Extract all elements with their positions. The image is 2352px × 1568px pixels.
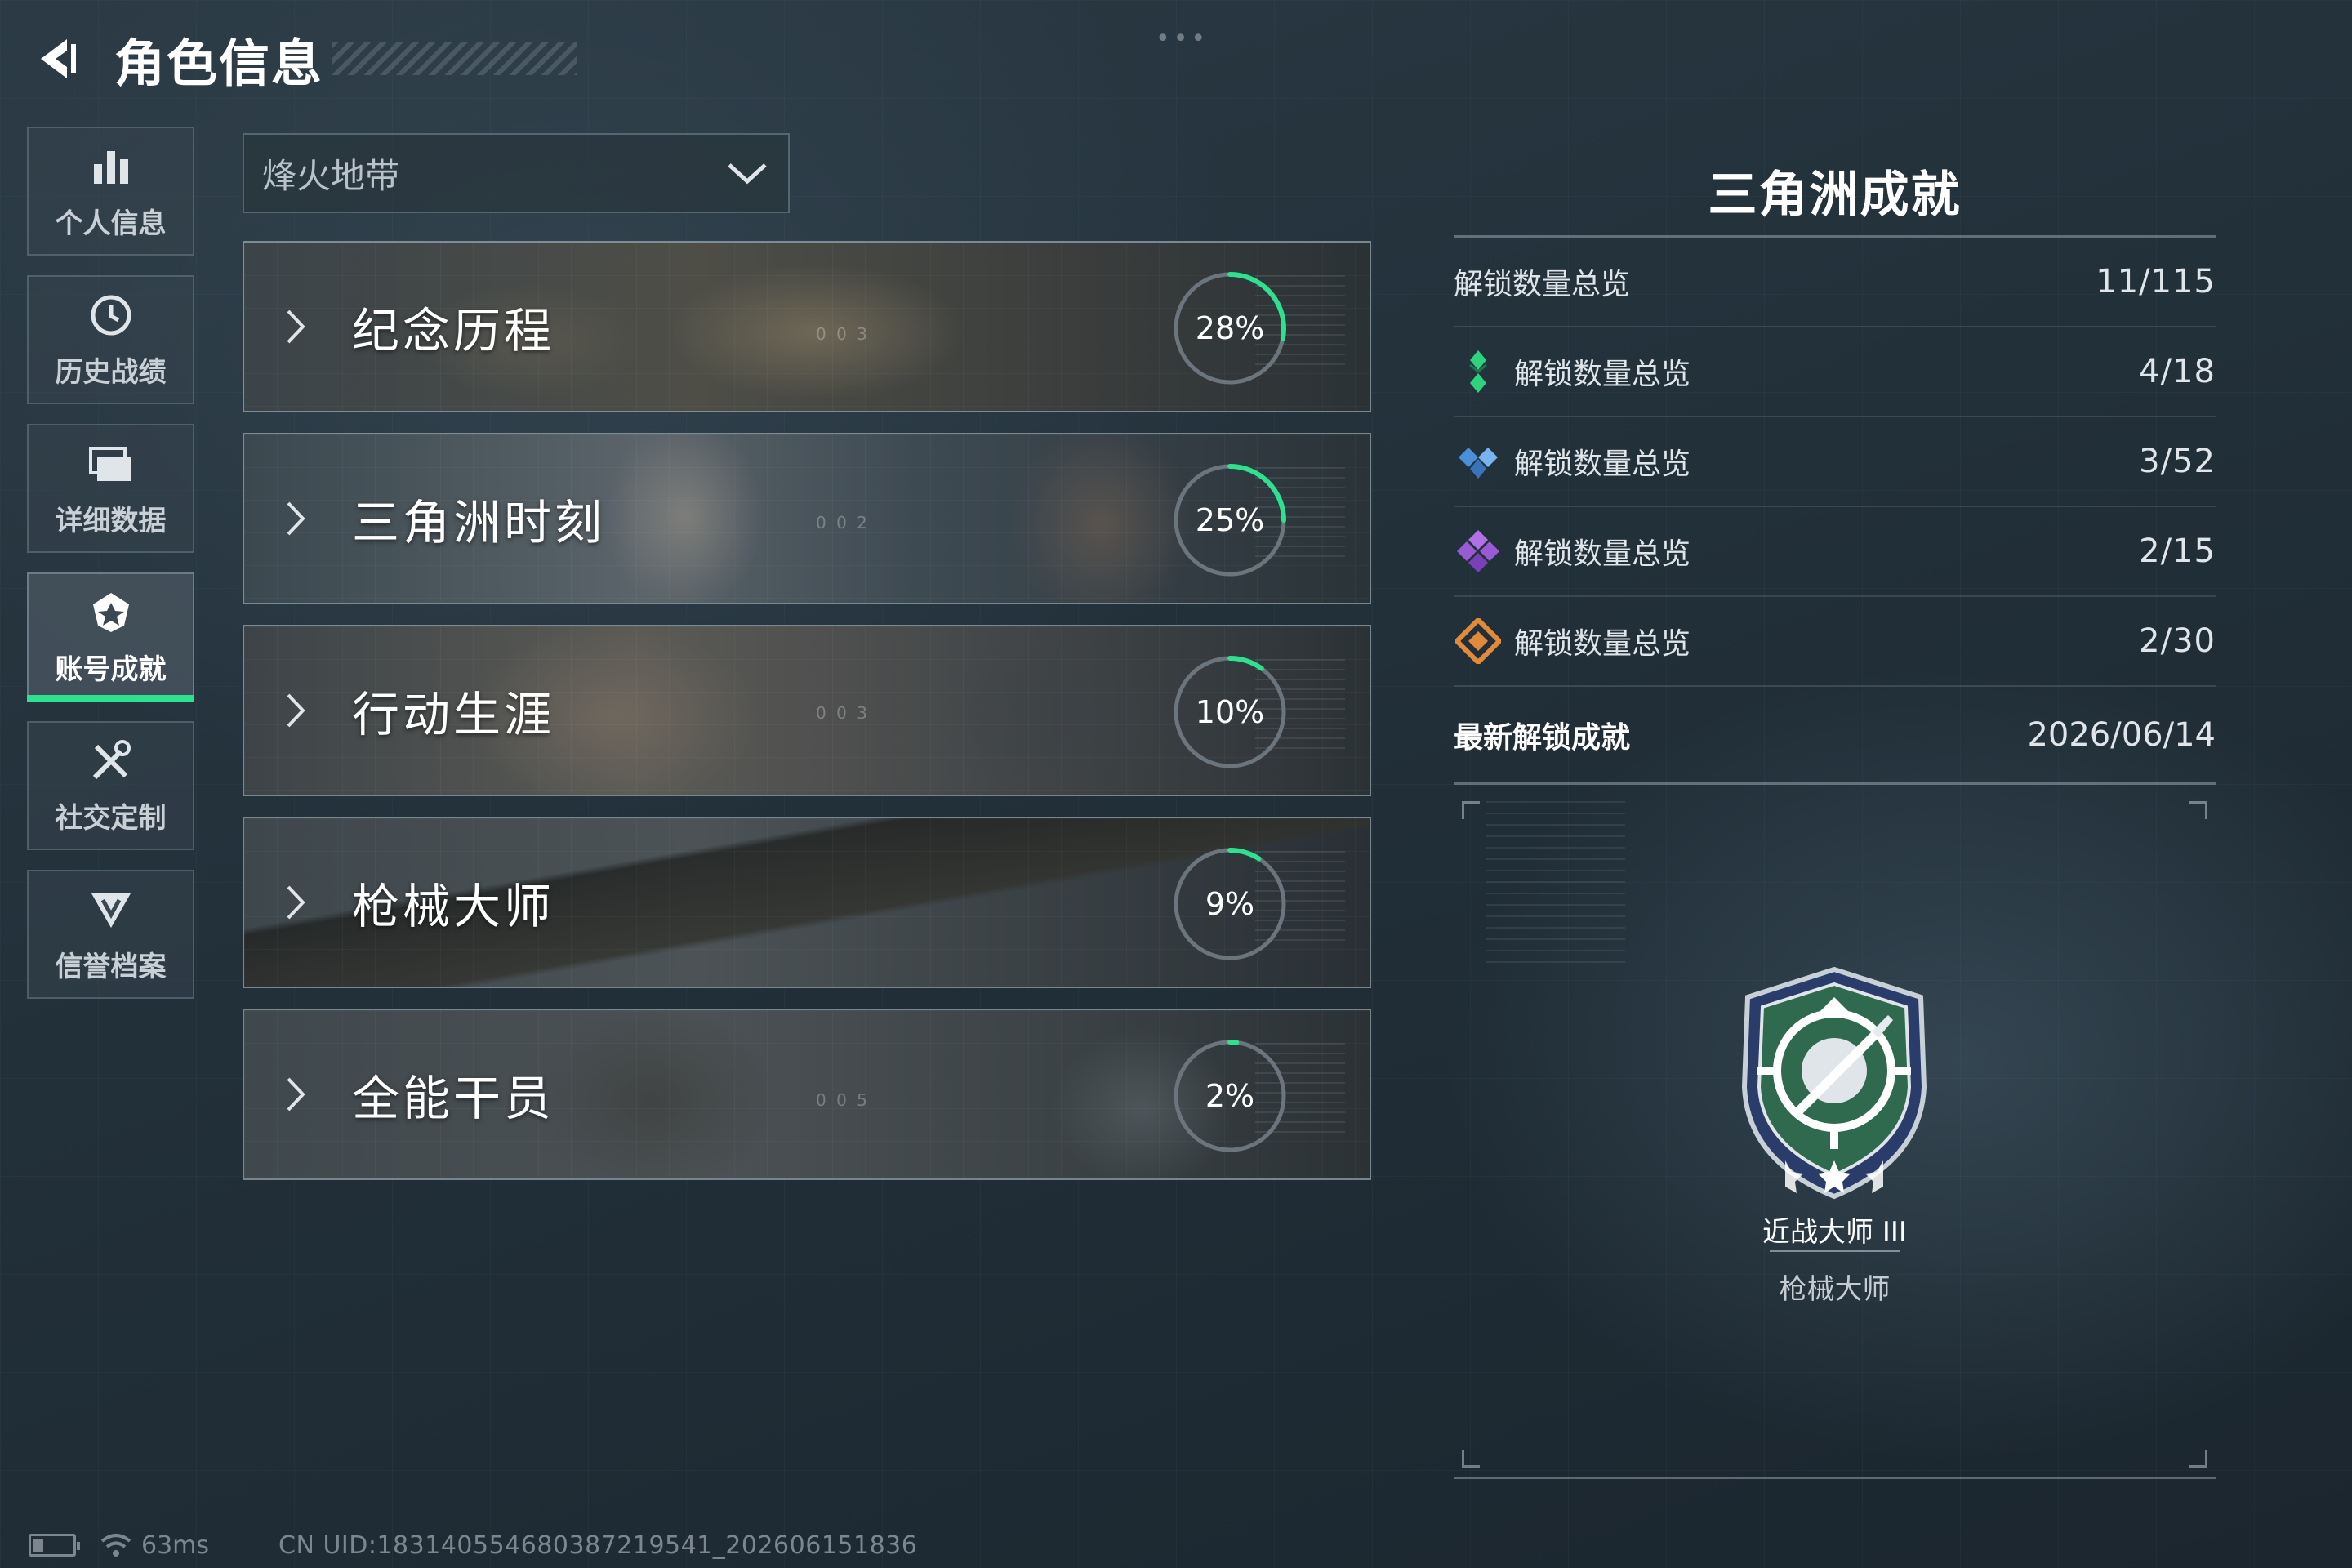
divider <box>1454 1477 2216 1479</box>
mode-select-value: 烽火地带 <box>262 155 400 196</box>
progress-ring: 9% <box>1170 844 1290 964</box>
sidebar-item-social-custom[interactable]: 社交定制 <box>27 721 194 850</box>
header: 角色信息 <box>24 18 577 100</box>
card-code-text: 0 0 3 <box>816 703 870 723</box>
latest-unlock-row: 最新解锁成就 2026/06/14 <box>1454 687 2216 785</box>
purple-gem-icon <box>1454 527 1503 576</box>
bar-chart-icon <box>87 142 136 191</box>
overview-value: 11/115 <box>2096 263 2216 301</box>
battery-icon <box>29 1534 80 1557</box>
sidebar-item-label: 详细数据 <box>55 504 167 537</box>
tier-row-blue: 解锁数量总览 3/52 <box>1454 417 2216 507</box>
shield-v-icon <box>87 885 136 934</box>
sidebar-item-history[interactable]: 历史战绩 <box>27 275 194 404</box>
card-code-text: 0 0 3 <box>816 324 870 344</box>
tier-value: 4/18 <box>2139 353 2216 390</box>
orange-gem-icon <box>1454 617 1503 666</box>
more-dots-icon: ••• <box>1156 24 1209 53</box>
category-name: 三角洲时刻 <box>352 495 606 550</box>
chevron-right-icon <box>283 498 332 539</box>
category-card-all-round-operator[interactable]: 全能干员 0 0 5 2% <box>243 1009 1371 1180</box>
featured-achievement-category: 枪械大师 <box>1779 1273 1891 1306</box>
latest-unlock-date: 2026/06/14 <box>2027 715 2216 754</box>
progress-ring: 28% <box>1170 269 1290 388</box>
ping-value: 63ms <box>141 1530 210 1560</box>
green-gem-icon <box>1454 347 1503 396</box>
overview-label: 解锁数量总览 <box>1454 268 1631 301</box>
tier-row-orange: 解锁数量总览 2/30 <box>1454 597 2216 687</box>
progress-percent: 10% <box>1195 694 1265 730</box>
tools-icon <box>87 737 136 786</box>
panel-title: 三角洲成就 <box>1708 167 1962 224</box>
achievement-icon <box>87 588 136 637</box>
chevron-right-icon <box>283 690 332 731</box>
chevron-down-icon <box>728 163 767 185</box>
page-title: 角色信息 <box>114 33 324 93</box>
progress-percent: 2% <box>1205 1078 1255 1114</box>
chevron-right-icon <box>283 882 332 923</box>
tier-value: 2/15 <box>2139 532 2216 570</box>
chevron-right-icon <box>283 306 332 347</box>
folder-icon <box>87 439 136 488</box>
tier-value: 2/30 <box>2139 622 2216 660</box>
title-decoration <box>332 42 577 75</box>
category-name: 全能干员 <box>352 1071 555 1126</box>
featured-achievement-name: 近战大师 III <box>1762 1216 1907 1249</box>
card-code-text: 0 0 2 <box>816 513 870 532</box>
sidebar-item-label: 历史战绩 <box>55 355 167 389</box>
user-uid: CN UID:18314055468038721954​1_2026061518… <box>278 1530 918 1560</box>
sidebar: 个人信息 历史战绩 详细数据 账号成就 社交定制 信誉档案 <box>27 127 194 1018</box>
melee-master-badge-icon <box>1728 964 1940 1201</box>
sidebar-item-achievements[interactable]: 账号成就 <box>27 572 194 702</box>
wifi-icon <box>100 1533 131 1557</box>
mode-select[interactable]: 烽火地带 <box>243 133 790 213</box>
sidebar-item-credit-record[interactable]: 信誉档案 <box>27 870 194 999</box>
progress-percent: 9% <box>1205 886 1255 922</box>
achievement-category-list: 纪念历程 0 0 3 28% 三角洲时刻 0 0 2 25% 行动生涯 0 0 … <box>243 241 1371 1200</box>
sidebar-item-label: 信誉档案 <box>55 950 167 983</box>
tier-row-green: 解锁数量总览 4/18 <box>1454 327 2216 417</box>
progress-ring: 2% <box>1170 1036 1290 1156</box>
sidebar-item-label: 账号成就 <box>55 653 167 686</box>
category-name: 行动生涯 <box>352 687 555 742</box>
category-card-memorial[interactable]: 纪念历程 0 0 3 28% <box>243 241 1371 412</box>
latest-unlock-label: 最新解锁成就 <box>1454 720 1631 755</box>
divider <box>1770 1250 1900 1252</box>
category-name: 枪械大师 <box>352 879 555 934</box>
category-name: 纪念历程 <box>352 303 555 359</box>
progress-ring: 10% <box>1170 653 1290 772</box>
achievement-summary-panel: 三角洲成就 解锁数量总览 11/115 解锁数量总览 4/18 解锁数量总览 3… <box>1454 155 2216 1479</box>
sidebar-item-personal-info[interactable]: 个人信息 <box>27 127 194 256</box>
decorative-lines <box>1486 801 1625 964</box>
sidebar-item-label: 社交定制 <box>55 801 167 835</box>
progress-percent: 28% <box>1195 310 1265 346</box>
sidebar-item-detailed-data[interactable]: 详细数据 <box>27 424 194 553</box>
tier-label: 解锁数量总览 <box>1514 448 1691 481</box>
featured-achievement[interactable]: 近战大师 III 枪械大师 <box>1454 785 2216 1479</box>
progress-ring: 25% <box>1170 461 1290 580</box>
tier-row-purple: 解锁数量总览 2/15 <box>1454 507 2216 597</box>
sidebar-item-label: 个人信息 <box>55 207 167 240</box>
tier-label: 解锁数量总览 <box>1514 537 1691 571</box>
tier-label: 解锁数量总览 <box>1514 627 1691 661</box>
chevron-right-icon <box>283 1074 332 1115</box>
progress-percent: 25% <box>1195 502 1265 538</box>
category-card-delta-moments[interactable]: 三角洲时刻 0 0 2 25% <box>243 433 1371 604</box>
tier-value: 3/52 <box>2139 443 2216 480</box>
blue-gem-icon <box>1454 437 1503 486</box>
back-arrow-icon <box>41 39 76 78</box>
category-card-weapon-master[interactable]: 枪械大师 9% <box>243 817 1371 988</box>
back-button[interactable] <box>24 18 90 100</box>
overview-row: 解锁数量总览 11/115 <box>1454 238 2216 327</box>
status-bar: 63ms CN UID:18314055468038721954​1_20260… <box>29 1529 917 1561</box>
category-card-operation-career[interactable]: 行动生涯 0 0 3 10% <box>243 625 1371 796</box>
card-code-text: 0 0 5 <box>816 1090 870 1110</box>
clock-icon <box>87 291 136 340</box>
tier-label: 解锁数量总览 <box>1514 358 1691 391</box>
